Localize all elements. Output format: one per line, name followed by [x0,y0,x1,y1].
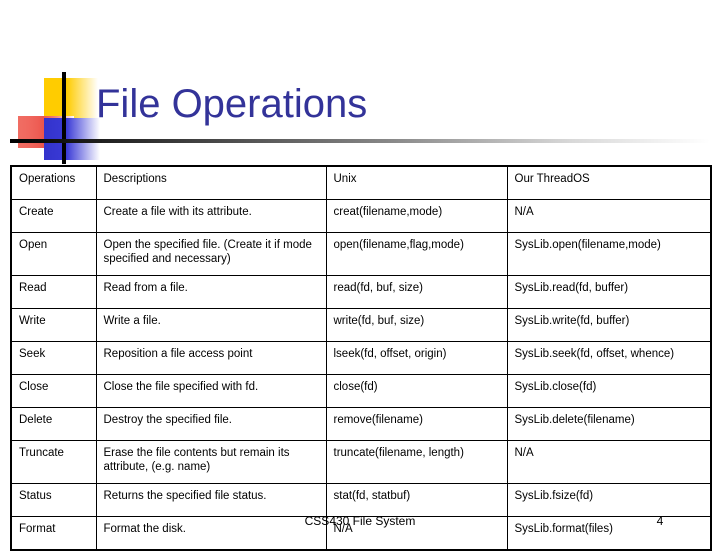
column-header-unix: Unix [325,165,508,200]
cell-unix: write(fd, buf, size) [325,308,508,342]
cell-threados: SysLib.write(fd, buffer) [506,308,712,342]
cell-description: Write a file. [95,308,327,342]
cell-threados: N/A [506,199,712,233]
cell-description: Reposition a file access point [95,341,327,375]
cell-unix: close(fd) [325,374,508,408]
cell-threados: SysLib.fsize(fd) [506,483,712,517]
table-row: Write Write a file. write(fd, buf, size) Sy… [10,308,712,342]
file-operations-table-container: Operations Descriptions Unix Our ThreadO… [10,165,712,551]
logo-vertical-rule [62,72,66,164]
column-header-descriptions: Descriptions [95,165,327,200]
table-row: Read Read from a file. read(fd, buf, size)… [10,275,712,309]
table-row: Create Create a file with its attribute. c… [10,199,712,233]
cell-description: Create a file with its attribute. [95,199,327,233]
cell-operation: Create [10,199,97,233]
footer-text: CSS430 File System [304,514,416,528]
cell-unix: open(filename,flag,mode) [325,232,508,276]
cell-description: Destroy the specified file. [95,407,327,441]
cell-operation: Read [10,275,97,309]
cell-operation: Write [10,308,97,342]
cell-unix: lseek(fd, offset, origin) [325,341,508,375]
cell-threados: N/A [506,440,712,484]
cell-operation: Delete [10,407,97,441]
cell-operation: Truncate [10,440,97,484]
table-row: Close Close the file specified with fd. cl… [10,374,712,408]
file-operations-table: Operations Descriptions Unix Our ThreadO… [10,165,712,551]
cell-threados: SysLib.read(fd, buffer) [506,275,712,309]
cell-threados: SysLib.delete(filename) [506,407,712,441]
cell-threados: SysLib.seek(fd, offset, whence) [506,341,712,375]
table-row: Truncate Erase the file contents but rema… [10,440,712,484]
cell-description: Returns the specified file status. [95,483,327,517]
cell-operation: Status [10,483,97,517]
table-row: Delete Destroy the specified file. remove(… [10,407,712,441]
cell-unix: truncate(filename, length) [325,440,508,484]
title-horizontal-rule [10,139,710,143]
cell-description: Close the file specified with fd. [95,374,327,408]
column-header-operations: Operations [10,165,97,200]
cell-threados: SysLib.open(filename,mode) [506,232,712,276]
cell-description: Read from a file. [95,275,327,309]
cell-unix: read(fd, buf, size) [325,275,508,309]
page-title: File Operations [96,82,368,126]
cell-operation: Open [10,232,97,276]
cell-unix: stat(fd, statbuf) [325,483,508,517]
table-row: Status Returns the specified file status.… [10,483,712,517]
column-header-threados: Our ThreadOS [506,165,712,200]
table-header-row: Operations Descriptions Unix Our ThreadO… [10,165,712,200]
cell-description: Open the specified file. (Create it if m… [95,232,327,276]
table-row: Open Open the specified file. (Create it … [10,232,712,276]
cell-description: Erase the file contents but remain its a… [95,440,327,484]
cell-unix: remove(filename) [325,407,508,441]
table-row: Seek Reposition a file access point lseek(… [10,341,712,375]
logo-yellow-square [44,78,98,118]
cell-operation: Close [10,374,97,408]
cell-operation: Seek [10,341,97,375]
cell-threados: SysLib.close(fd) [506,374,712,408]
slide-number: 4 [656,514,664,528]
cell-unix: creat(filename,mode) [325,199,508,233]
